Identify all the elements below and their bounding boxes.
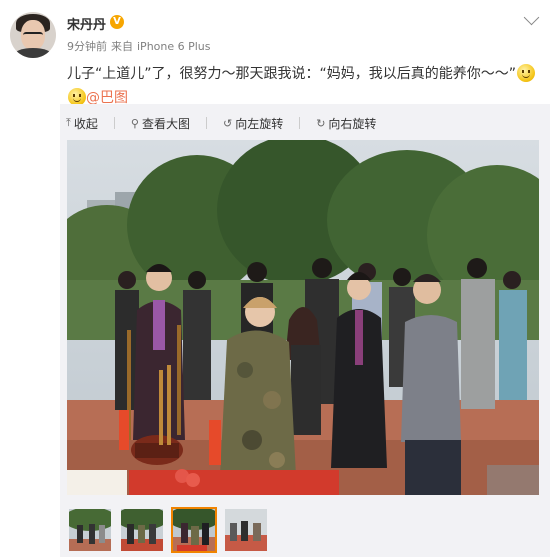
rotate-left-label: 向左旋转 — [235, 116, 284, 131]
divider — [205, 117, 207, 129]
smile-emoji-icon — [517, 64, 536, 82]
rotate-right-label: 向右旋转 — [328, 116, 377, 131]
rotate-left-icon: ↺ — [222, 116, 233, 130]
post-text: 儿子“上道儿”了，很努力～那天跟我说：“妈妈，我以后真的能养你～～”@巴图 — [67, 62, 542, 110]
media-toolbar: ⤒ 收起 ⚲ 查看大图 ↺ 向左旋转 ↻ 向右旋转 — [66, 114, 392, 132]
rotate-right-button[interactable]: ↻ 向右旋转 — [316, 115, 376, 132]
post-time[interactable]: 9分钟前 — [67, 40, 107, 53]
view-large-button[interactable]: ⚲ 查看大图 — [131, 115, 190, 132]
collapse-arrow-icon: ⤒ — [66, 116, 71, 129]
chevron-down-icon[interactable] — [523, 9, 540, 26]
post-device[interactable]: iPhone 6 Plus — [137, 40, 211, 53]
main-photo[interactable] — [67, 140, 539, 495]
username[interactable]: 宋丹丹 — [67, 14, 106, 33]
rotate-left-button[interactable]: ↺ 向左旋转 — [223, 115, 283, 132]
magnifier-icon: ⚲ — [130, 116, 139, 130]
thumbnail-strip — [67, 507, 269, 553]
divider — [113, 117, 115, 129]
avatar[interactable] — [10, 12, 56, 58]
view-large-label: 查看大图 — [141, 116, 190, 131]
collapse-label: 收起 — [73, 116, 98, 131]
post-meta: 9分钟前 来自 iPhone 6 Plus — [67, 38, 215, 54]
source-prefix: 来自 — [111, 40, 133, 53]
thumbnail-2[interactable] — [119, 507, 165, 553]
post-body: 儿子“上道儿”了，很努力～那天跟我说：“妈妈，我以后真的能养你～～” — [67, 66, 517, 82]
verified-badge-icon: V — [110, 15, 124, 29]
rotate-right-icon: ↻ — [316, 116, 326, 130]
collapse-button[interactable]: ⤒ 收起 — [66, 115, 98, 132]
divider — [299, 117, 301, 129]
thumbnail-3-active[interactable] — [171, 507, 217, 553]
thumbnail-1[interactable] — [67, 507, 113, 553]
thumbnail-4[interactable] — [223, 507, 269, 553]
